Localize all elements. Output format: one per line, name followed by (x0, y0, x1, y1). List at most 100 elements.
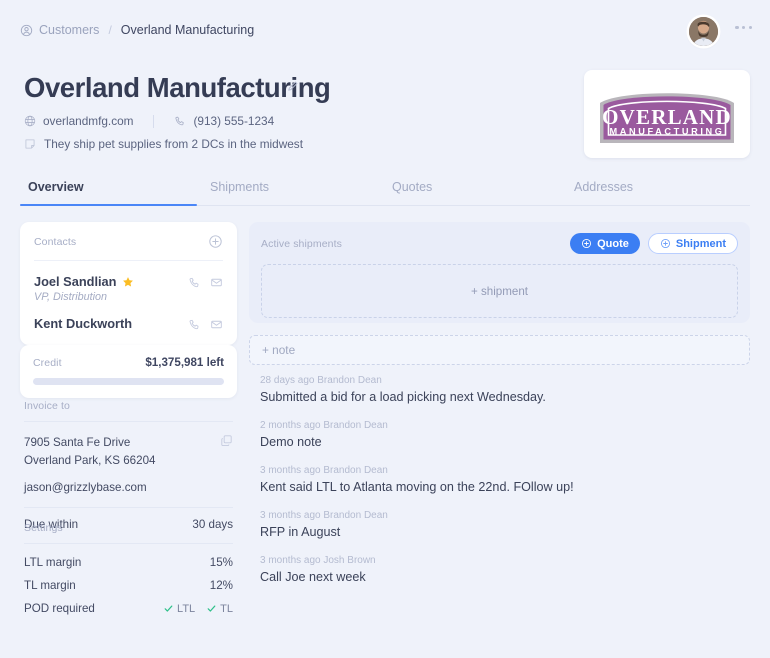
note-meta: 3 months ago Josh Brown (260, 555, 376, 566)
note-meta: 3 months ago Brandon Dean (260, 465, 388, 476)
setting-label: POD required (24, 602, 95, 615)
plus-circle-icon (581, 238, 592, 249)
tab-addresses[interactable]: Addresses (566, 180, 748, 205)
breadcrumb-separator: / (108, 23, 112, 37)
pod-check-ltl[interactable]: LTL (163, 603, 195, 615)
tab-bar: Overview Shipments Quotes Addresses (20, 180, 750, 206)
settings-label: Settings (24, 522, 63, 534)
new-quote-button[interactable]: Quote (570, 233, 640, 254)
settings-section: Settings LTL margin 15% TL margin 12% PO… (20, 522, 237, 625)
credit-header: Credit $1,375,981 left (33, 356, 224, 369)
pod-check-tl[interactable]: TL (206, 603, 233, 615)
breadcrumb-customers-link[interactable]: Customers (20, 23, 99, 37)
setting-label: TL margin (24, 579, 76, 592)
check-icon (163, 603, 174, 614)
contact-row[interactable]: Kent Duckworth (34, 303, 223, 331)
setting-pod-required: POD required LTL TL (20, 602, 237, 615)
setting-label: LTL margin (24, 556, 82, 569)
contacts-header: Contacts (34, 234, 223, 261)
contacts-card: Contacts Joel Sandlian VP, Distribution (20, 222, 237, 345)
shipment-actions: Quote Shipment (570, 233, 738, 254)
divider (24, 543, 233, 544)
note-item[interactable]: 3 months ago Josh Brown Call Joe next we… (260, 555, 750, 584)
sticky-note-icon (24, 138, 36, 150)
note-body: Kent said LTL to Atlanta moving on the 2… (260, 480, 574, 494)
envelope-icon[interactable] (210, 276, 223, 289)
invoice-address: 7905 Santa Fe Drive Overland Park, KS 66… (20, 434, 237, 470)
page-title: Overland Manufacturing (24, 72, 331, 103)
new-quote-label: Quote (597, 237, 629, 250)
note-meta: 28 days ago Brandon Dean (260, 375, 382, 386)
contact-actions (188, 316, 223, 331)
invoice-section: Invoice to 7905 Santa Fe Drive Overland … (20, 400, 237, 531)
tab-quotes[interactable]: Quotes (384, 180, 566, 205)
contact-row[interactable]: Joel Sandlian VP, Distribution (34, 261, 223, 303)
setting-value: 15% (209, 556, 233, 569)
phone-icon (174, 115, 186, 127)
company-note-label: They ship pet supplies from 2 DCs in the… (44, 137, 303, 151)
breadcrumb: Customers / Overland Manufacturing (20, 23, 254, 37)
invoice-email[interactable]: jason@grizzlybase.com (20, 481, 237, 494)
meta-divider (153, 114, 155, 128)
phone-link[interactable]: (913) 555-1234 (174, 114, 274, 128)
more-horizontal-icon[interactable] (735, 26, 752, 30)
active-shipments-header: Active shipments Quote Shipment (261, 233, 738, 254)
address-line-2: Overland Park, KS 66204 (24, 453, 156, 467)
pod-check-label: LTL (177, 602, 196, 615)
note-meta: 3 months ago Brandon Dean (260, 510, 388, 521)
pencil-icon[interactable] (286, 80, 299, 93)
note-item[interactable]: 2 months ago Brandon Dean Demo note (260, 420, 750, 449)
contact-name-wrap: Joel Sandlian (34, 274, 134, 289)
star-icon[interactable] (122, 276, 134, 288)
credit-value: $1,375,981 left (145, 356, 224, 369)
svg-text:OVERLAND: OVERLAND (602, 105, 732, 129)
copy-icon[interactable] (220, 434, 233, 447)
note-body: Submitted a bid for a load picking next … (260, 390, 546, 404)
website-label: overlandmfg.com (43, 114, 134, 128)
company-logo: OVERLAND MANUFACTURING (584, 70, 750, 158)
setting-ltl-margin: LTL margin 15% (20, 556, 237, 569)
contact-actions (188, 274, 223, 289)
phone-icon[interactable] (188, 318, 201, 331)
envelope-icon[interactable] (210, 318, 223, 331)
add-contact-button[interactable] (208, 234, 223, 249)
breadcrumb-current: Overland Manufacturing (120, 23, 255, 37)
pod-check-label: TL (220, 602, 233, 615)
divider (24, 506, 233, 508)
phone-label: (913) 555-1234 (193, 114, 275, 128)
contact-name: Kent Duckworth (34, 316, 133, 331)
customer-detail-page: Customers / Overland Manufacturing Overl… (0, 0, 770, 658)
credit-card: Credit $1,375,981 left (20, 345, 237, 398)
breadcrumb-customers-label: Customers (39, 23, 100, 37)
website-link[interactable]: overlandmfg.com (24, 114, 133, 128)
add-shipment-dropzone[interactable]: + shipment (261, 264, 738, 318)
credit-progress-bar (33, 378, 224, 385)
company-note: They ship pet supplies from 2 DCs in the… (24, 137, 303, 151)
globe-icon (24, 115, 36, 127)
note-body: Demo note (260, 435, 322, 449)
tab-overview[interactable]: Overview (20, 180, 202, 206)
active-shipments-title: Active shipments (261, 237, 342, 250)
check-icon (206, 603, 217, 614)
note-body: RFP in August (260, 525, 341, 539)
divider (24, 421, 233, 422)
tab-shipments[interactable]: Shipments (202, 180, 384, 205)
pod-checks: LTL TL (163, 603, 233, 615)
contact-name: Joel Sandlian (34, 274, 117, 289)
user-circle-icon (20, 24, 33, 37)
new-shipment-label: Shipment (675, 237, 726, 250)
plus-circle-icon (660, 238, 671, 249)
note-meta: 2 months ago Brandon Dean (260, 420, 388, 431)
note-item[interactable]: 3 months ago Brandon Dean Kent said LTL … (260, 465, 750, 494)
note-body: Call Joe next week (260, 570, 366, 584)
address-line-1: 7905 Santa Fe Drive (24, 436, 131, 449)
contacts-title: Contacts (34, 235, 77, 248)
new-shipment-button[interactable]: Shipment (647, 233, 738, 254)
avatar[interactable] (689, 17, 718, 46)
note-item[interactable]: 3 months ago Brandon Dean RFP in August (260, 510, 750, 539)
phone-icon[interactable] (188, 276, 201, 289)
svg-text:MANUFACTURING: MANUFACTURING (610, 127, 725, 137)
add-note-input[interactable]: + note (249, 335, 750, 365)
contact-name-wrap: Kent Duckworth (34, 316, 132, 331)
note-item[interactable]: 28 days ago Brandon Dean Submitted a bid… (260, 375, 750, 404)
